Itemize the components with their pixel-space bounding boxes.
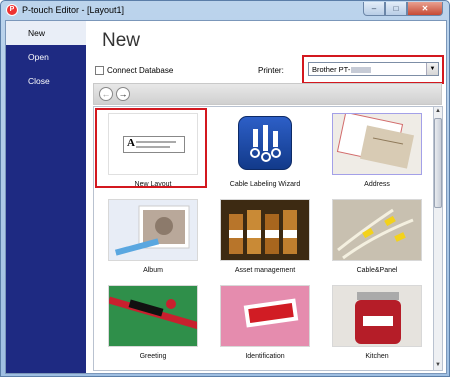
new-layout-highlight-box bbox=[95, 108, 207, 188]
printer-select[interactable]: Brother PT- ▼ bbox=[308, 62, 439, 76]
cable-connector-icon bbox=[238, 116, 292, 170]
cables-photo-icon bbox=[337, 208, 414, 260]
template-greeting[interactable]: Greeting bbox=[98, 283, 208, 365]
plug-icon bbox=[250, 125, 281, 162]
vertical-scrollbar[interactable]: ▲ ▼ bbox=[433, 106, 443, 371]
scroll-up-arrow-icon[interactable]: ▲ bbox=[434, 107, 442, 116]
page-title: New bbox=[102, 30, 141, 51]
cable-wizard-thumbnail bbox=[220, 113, 310, 175]
printer-select-value: Brother PT- bbox=[309, 65, 426, 74]
template-label: Address bbox=[364, 181, 390, 188]
back-arrow-icon[interactable]: ← bbox=[99, 87, 113, 101]
template-label: Album bbox=[143, 267, 163, 274]
sidebar-item-close[interactable]: Close bbox=[6, 69, 86, 93]
template-label: Kitchen bbox=[365, 353, 389, 360]
template-kitchen[interactable]: Kitchen bbox=[322, 283, 432, 365]
template-identification[interactable]: Identification bbox=[210, 283, 320, 365]
sidebar-item-new[interactable]: New bbox=[6, 21, 86, 45]
sidebar: New Open Close bbox=[6, 21, 86, 373]
greeting-thumbnail bbox=[108, 285, 198, 347]
connect-database-checkbox[interactable] bbox=[95, 66, 104, 75]
template-label: Cable Labeling Wizard bbox=[229, 181, 301, 188]
connect-database-row[interactable]: Connect Database bbox=[95, 66, 173, 75]
printer-label: Printer: bbox=[258, 66, 284, 75]
kitchen-thumbnail bbox=[332, 285, 422, 347]
name-badge-photo-icon bbox=[221, 286, 309, 346]
album-thumbnail bbox=[108, 199, 198, 261]
cat-photo-icon bbox=[114, 205, 190, 256]
identification-thumbnail bbox=[220, 285, 310, 347]
window-title: P-touch Editor - [Layout1] bbox=[22, 5, 125, 15]
maximize-button[interactable]: □ bbox=[385, 2, 407, 16]
main-content: New Connect Database Printer: Brother PT… bbox=[86, 21, 446, 373]
address-thumbnail bbox=[332, 113, 422, 175]
p-touch-app-icon: P bbox=[6, 4, 18, 16]
envelope-photo-icon bbox=[336, 114, 415, 169]
connect-database-label[interactable]: Connect Database bbox=[107, 66, 173, 75]
cable-panel-thumbnail bbox=[332, 199, 422, 261]
close-window-button[interactable]: ✕ bbox=[407, 2, 443, 16]
client-area: New Open Close New Connect Database Prin… bbox=[5, 20, 447, 374]
template-cable-labeling-wizard[interactable]: Cable Labeling Wizard bbox=[210, 111, 320, 193]
forward-arrow-icon[interactable]: → bbox=[116, 87, 130, 101]
bottles-photo-icon bbox=[229, 210, 297, 254]
blurred-model-redaction bbox=[351, 66, 372, 73]
gift-box-photo-icon bbox=[109, 286, 197, 346]
template-asset-management[interactable]: Asset management bbox=[210, 197, 320, 279]
navigation-bar: ← → bbox=[93, 83, 442, 105]
template-label: Greeting bbox=[139, 353, 167, 360]
printer-name-text: Brother PT- bbox=[312, 64, 351, 74]
template-album[interactable]: Album bbox=[98, 197, 208, 279]
minimize-button[interactable]: – bbox=[363, 2, 385, 16]
asset-management-thumbnail bbox=[220, 199, 310, 261]
chevron-down-icon[interactable]: ▼ bbox=[426, 63, 438, 75]
sidebar-item-open[interactable]: Open bbox=[6, 45, 86, 69]
template-label: Identification bbox=[245, 353, 285, 360]
scroll-down-arrow-icon[interactable]: ▼ bbox=[434, 361, 442, 370]
template-label: Asset management bbox=[234, 267, 296, 274]
template-label: Cable&Panel bbox=[356, 267, 398, 274]
title-bar[interactable]: P P-touch Editor - [Layout1] – □ ✕ bbox=[1, 1, 449, 20]
template-cable-panel[interactable]: Cable&Panel bbox=[322, 197, 432, 279]
scroll-thumb[interactable] bbox=[434, 118, 442, 208]
jam-jar-photo-icon bbox=[355, 292, 401, 344]
app-window: P P-touch Editor - [Layout1] – □ ✕ New O… bbox=[0, 0, 450, 377]
template-address[interactable]: Address bbox=[322, 111, 432, 193]
window-controls: – □ ✕ bbox=[363, 2, 443, 17]
template-gallery: A New Layout Cable Labeling Wizard Addre… bbox=[93, 106, 433, 371]
